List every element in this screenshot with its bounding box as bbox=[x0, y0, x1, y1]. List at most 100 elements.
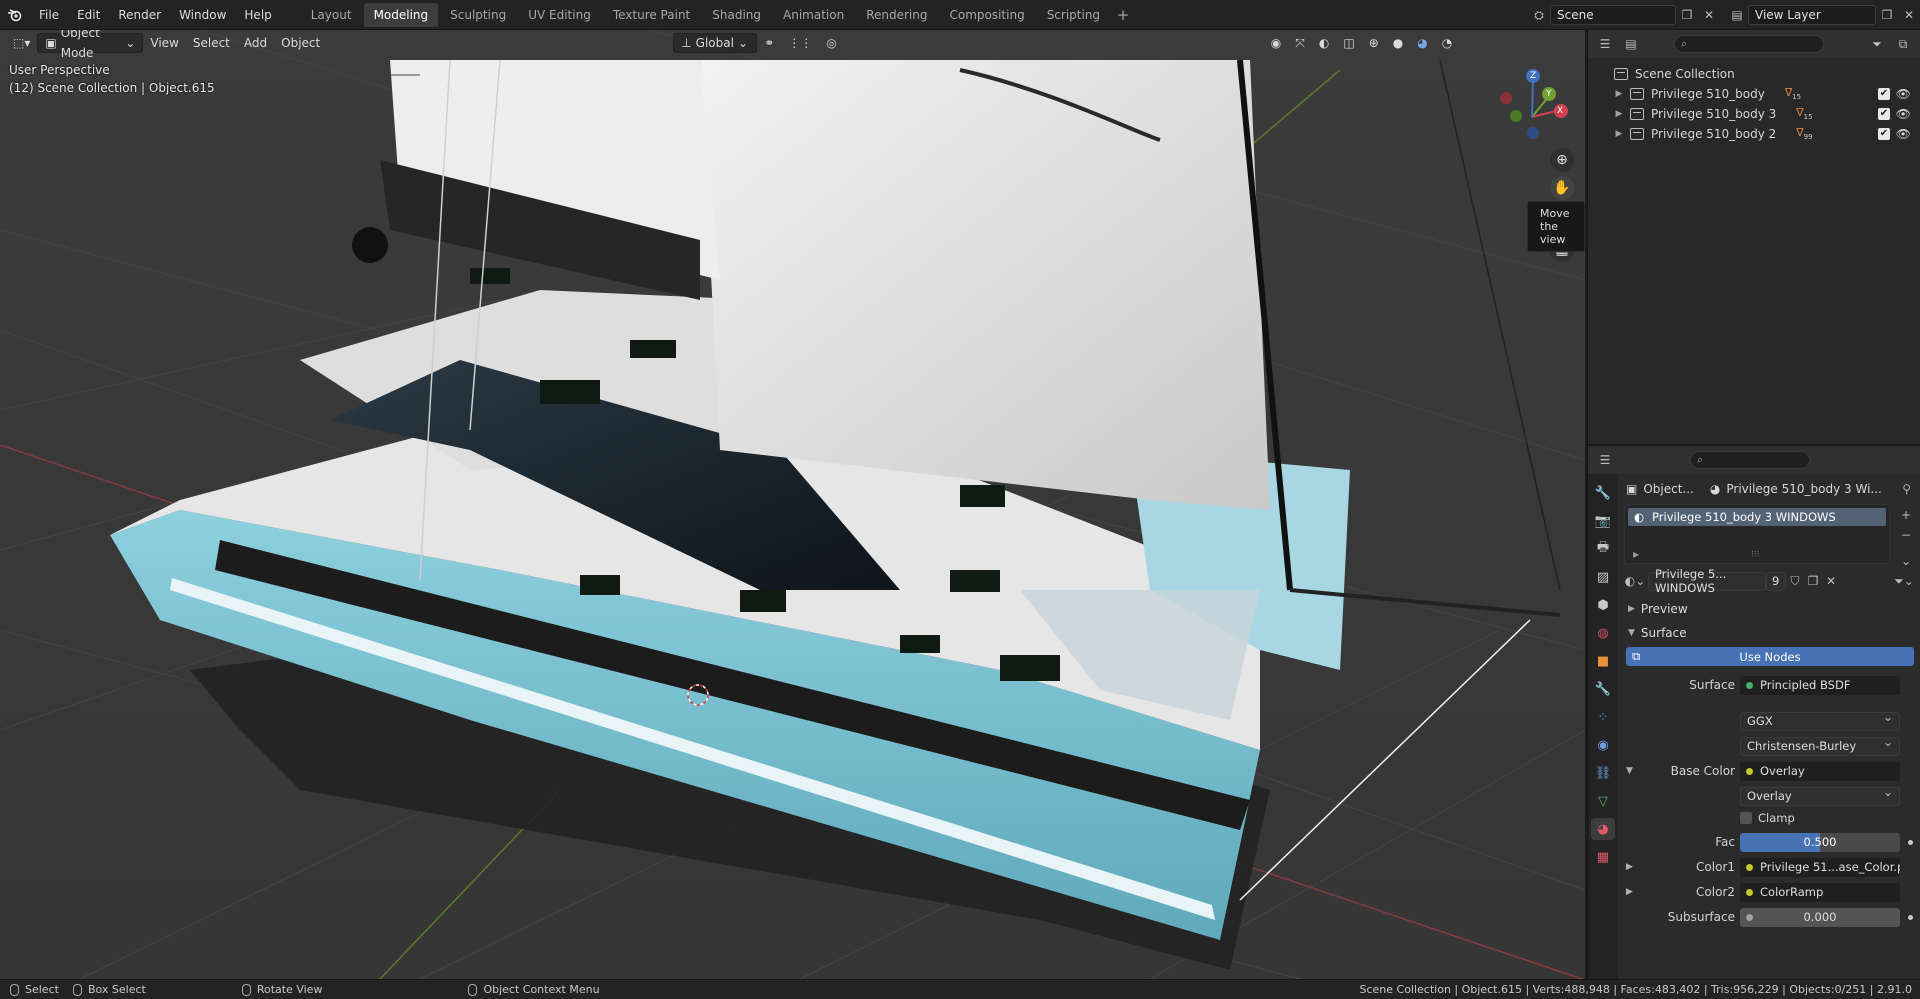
output-tab-icon[interactable]: 🖶 bbox=[1591, 538, 1615, 560]
color1-field[interactable]: Privilege 51...ase_Color.png bbox=[1740, 857, 1900, 877]
fake-user-shield-icon[interactable]: ⛉ bbox=[1786, 571, 1804, 591]
visibility-icon[interactable]: ◉ bbox=[1264, 33, 1288, 53]
user-count-badge[interactable]: 9 bbox=[1766, 571, 1786, 591]
properties-search-input[interactable]: ⌕ bbox=[1690, 451, 1810, 469]
tab-layout[interactable]: Layout bbox=[301, 3, 362, 27]
surface-section-header[interactable]: ▼ Surface bbox=[1618, 622, 1920, 644]
data-tab-icon[interactable]: ▽ bbox=[1591, 790, 1615, 812]
display-mode-icon[interactable]: ▤ bbox=[1620, 34, 1642, 54]
scene-name-field[interactable]: Scene bbox=[1550, 5, 1676, 25]
outliner-scene-collection[interactable]: Scene Collection bbox=[1588, 64, 1920, 84]
new-view-layer-icon[interactable]: ❐ bbox=[1876, 5, 1898, 25]
eye-icon[interactable]: 👁 bbox=[1896, 87, 1911, 101]
view-layer-field[interactable]: View Layer bbox=[1748, 5, 1876, 25]
duplicate-material-icon[interactable]: ❐ bbox=[1804, 571, 1822, 591]
shading-wireframe-icon[interactable]: ⊕ bbox=[1362, 33, 1386, 53]
properties-editor-type-icon[interactable]: ☰ bbox=[1594, 450, 1616, 470]
tab-uv-editing[interactable]: UV Editing bbox=[518, 3, 601, 27]
blend-mode-dropdown[interactable]: Overlay bbox=[1740, 786, 1900, 806]
shading-material-icon[interactable]: ◕ bbox=[1410, 33, 1434, 53]
menu-window[interactable]: Window bbox=[170, 0, 235, 30]
unlink-material-icon[interactable]: ✕ bbox=[1822, 571, 1840, 591]
scene-tab-icon[interactable]: ⬢ bbox=[1591, 594, 1615, 616]
list-expand-icon[interactable]: ▶ bbox=[1633, 550, 1639, 559]
expand-arrow-icon[interactable]: ▶ bbox=[1612, 89, 1626, 99]
outliner-editor-type-icon[interactable]: ☰ bbox=[1594, 34, 1616, 54]
proportional-edit-icon[interactable]: ◎ bbox=[819, 33, 843, 53]
mode-selector[interactable]: ▣ Object Mode ⌄ bbox=[37, 30, 144, 60]
color2-field[interactable]: ColorRamp bbox=[1740, 882, 1900, 902]
new-collection-icon[interactable]: ⧉ bbox=[1892, 34, 1914, 54]
material-slot-item[interactable]: ◐ Privilege 510_body 3 WINDOWS bbox=[1628, 508, 1886, 526]
delete-scene-icon[interactable]: ✕ bbox=[1698, 5, 1720, 25]
tab-modeling[interactable]: Modeling bbox=[363, 2, 439, 27]
shading-rendered-icon[interactable]: ◔ bbox=[1435, 33, 1459, 53]
delete-view-layer-icon[interactable]: ✕ bbox=[1898, 5, 1920, 25]
keyframe-dot-icon[interactable] bbox=[1908, 914, 1913, 920]
tab-rendering[interactable]: Rendering bbox=[856, 3, 937, 27]
texture-tab-icon[interactable]: ▦ bbox=[1591, 846, 1615, 868]
transform-orientation-dropdown[interactable]: ⊥ Global ⌄ bbox=[673, 33, 758, 53]
3d-viewport[interactable]: X Y Z ⬚▾ ▣ Object Mode ⌄ View Select Add O… bbox=[0, 30, 1585, 979]
tab-animation[interactable]: Animation bbox=[773, 3, 854, 27]
expand-arrow-icon[interactable]: ▶ bbox=[1612, 129, 1626, 139]
eye-icon[interactable]: 👁 bbox=[1896, 127, 1911, 141]
menu-help[interactable]: Help bbox=[235, 0, 280, 30]
menu-view[interactable]: View bbox=[143, 33, 185, 53]
slot-specials-icon[interactable]: ⌄ bbox=[1897, 552, 1915, 570]
expand-arrow-icon[interactable]: ▶ bbox=[1612, 109, 1626, 119]
scene-browse-icon[interactable]: ⛭ bbox=[1528, 5, 1550, 25]
shading-solid-icon[interactable]: ● bbox=[1386, 33, 1410, 53]
subsurface-field[interactable]: 0.000 bbox=[1740, 907, 1900, 927]
pin-icon[interactable]: ⚲ bbox=[1902, 482, 1911, 496]
list-resize-handle[interactable]: ⁝⁝⁝ bbox=[1751, 550, 1760, 560]
clamp-checkbox[interactable]: Clamp bbox=[1740, 811, 1795, 825]
menu-object[interactable]: Object bbox=[274, 33, 327, 53]
link-data-icon[interactable]: ⏷⌄ bbox=[1891, 571, 1917, 591]
hand-pan-icon[interactable]: ✋ bbox=[1550, 176, 1574, 200]
exclude-checkbox[interactable]: ✔ bbox=[1878, 88, 1890, 100]
subsurface-method-dropdown[interactable]: Christensen-Burley bbox=[1740, 736, 1900, 756]
surface-shader-field[interactable]: Principled BSDF bbox=[1740, 675, 1900, 695]
tab-compositing[interactable]: Compositing bbox=[939, 3, 1034, 27]
distribution-dropdown[interactable]: GGX bbox=[1740, 711, 1900, 731]
render-tab-icon[interactable]: 📷 bbox=[1591, 510, 1615, 532]
exclude-checkbox[interactable]: ✔ bbox=[1878, 128, 1890, 140]
remove-slot-icon[interactable]: − bbox=[1897, 526, 1915, 544]
gizmo-toggle-icon[interactable]: ⤧ bbox=[1288, 33, 1312, 53]
filter-icon[interactable]: ⏷ bbox=[1866, 34, 1888, 54]
expanded-arrow-icon[interactable]: ▼ bbox=[1626, 766, 1633, 776]
menu-file[interactable]: File bbox=[30, 0, 68, 30]
tab-shading[interactable]: Shading bbox=[702, 3, 771, 27]
add-slot-icon[interactable]: + bbox=[1897, 506, 1915, 524]
tab-texture-paint[interactable]: Texture Paint bbox=[603, 3, 700, 27]
view-layer-tab-icon[interactable]: ▨ bbox=[1591, 566, 1615, 588]
material-tab-icon[interactable]: ◕ bbox=[1591, 818, 1615, 840]
particles-tab-icon[interactable]: ⁘ bbox=[1591, 706, 1615, 728]
tool-tab-icon[interactable]: 🔧 bbox=[1591, 482, 1615, 504]
overlays-icon[interactable]: ◐ bbox=[1312, 33, 1336, 53]
outliner-item[interactable]: ▶ Privilege 510_body 3 ∇15 ✔ 👁 bbox=[1588, 104, 1920, 124]
browse-material-icon[interactable]: ◐⌄ bbox=[1622, 571, 1648, 591]
pivot-point-icon[interactable]: ⚭ bbox=[757, 33, 781, 53]
keyframe-dot-icon[interactable] bbox=[1908, 839, 1913, 845]
snap-icon[interactable]: ⋮⋮ bbox=[781, 33, 819, 53]
material-name-field[interactable]: Privilege 5... WINDOWS bbox=[1648, 567, 1766, 595]
object-tab-icon[interactable]: ■ bbox=[1591, 650, 1615, 672]
collapsed-arrow-icon[interactable]: ▶ bbox=[1626, 887, 1633, 897]
view-layer-browse-icon[interactable]: ▤ bbox=[1726, 5, 1748, 25]
preview-section-header[interactable]: ▶ Preview bbox=[1618, 598, 1920, 620]
collapsed-arrow-icon[interactable]: ▶ bbox=[1626, 862, 1633, 872]
menu-render[interactable]: Render bbox=[109, 0, 170, 30]
add-workspace-button[interactable]: + bbox=[1112, 4, 1134, 26]
use-nodes-button[interactable]: ⧉ Use Nodes bbox=[1626, 647, 1914, 666]
menu-add[interactable]: Add bbox=[237, 33, 274, 53]
modifier-tab-icon[interactable]: 🔧 bbox=[1591, 678, 1615, 700]
zoom-icon[interactable]: ⊕ bbox=[1550, 148, 1574, 172]
menu-edit[interactable]: Edit bbox=[68, 0, 109, 30]
outliner-item[interactable]: ▶ Privilege 510_body ∇15 ✔ 👁 bbox=[1588, 84, 1920, 104]
world-tab-icon[interactable]: ◍ bbox=[1591, 622, 1615, 644]
new-scene-icon[interactable]: ❐ bbox=[1676, 5, 1698, 25]
constraints-tab-icon[interactable]: ⛓ bbox=[1591, 762, 1615, 784]
fac-slider[interactable]: 0.500 bbox=[1740, 832, 1900, 852]
